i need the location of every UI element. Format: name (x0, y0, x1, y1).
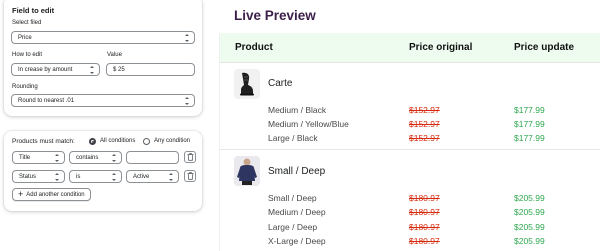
add-condition-button[interactable]: + Add another condition (12, 188, 91, 201)
products-match-title: Products must match: (12, 138, 75, 145)
price-original: $180.97 (409, 207, 440, 217)
rounding-dropdown[interactable]: Round to nearest .01 (11, 94, 195, 107)
preview-table: Product Price original Price update Cart… (219, 33, 600, 251)
rounding-label: Rounding (12, 84, 38, 90)
rounding-value: Round to nearest .01 (18, 97, 75, 104)
plus-icon: + (18, 189, 24, 199)
select-chevron-icon (111, 173, 117, 181)
select-chevron-icon (54, 154, 60, 162)
select-chevron-icon (54, 173, 60, 181)
price-original: $152.97 (409, 105, 440, 115)
snowboard-binding-icon (240, 72, 254, 96)
radio-any-condition[interactable] (143, 138, 150, 145)
table-header: Product Price original Price update (220, 33, 600, 63)
field-to-edit-card: Field to edit Select filed Price How to … (4, 0, 202, 116)
trash-icon (187, 172, 193, 180)
live-preview-title: Live Preview (234, 8, 316, 23)
variant-name: Large / Black (268, 133, 318, 143)
select-chevron-icon (168, 173, 174, 181)
price-update: $205.99 (514, 207, 545, 217)
product-name: Small / Deep (268, 166, 326, 177)
price-update: $177.99 (514, 105, 545, 115)
price-original: $180.97 (409, 236, 440, 246)
condition-value-text: Active (133, 173, 150, 180)
product-thumbnail (234, 156, 260, 186)
condition-operator-value: is (76, 173, 81, 180)
product-thumbnail (234, 69, 260, 99)
select-chevron-icon (184, 97, 190, 105)
delete-condition-button[interactable] (184, 151, 196, 163)
radio-all-conditions[interactable] (89, 138, 96, 145)
select-field-dropdown[interactable]: Price (11, 31, 195, 44)
header-product: Product (235, 42, 273, 53)
condition-field-dropdown[interactable]: Title (12, 151, 65, 164)
condition-operator-value: contains (76, 154, 99, 161)
header-price-update: Price update (514, 42, 575, 53)
price-update: $205.99 (514, 222, 545, 232)
variant-name: Medium / Deep (268, 207, 326, 217)
group-divider (220, 149, 600, 150)
select-chevron-icon (184, 34, 190, 42)
product-name: Carte (268, 78, 293, 89)
trash-icon (187, 153, 193, 161)
select-field-label: Select filed (12, 20, 42, 26)
add-condition-label: Add another condition (26, 191, 85, 198)
condition-value-input[interactable] (126, 151, 179, 164)
price-update: $177.99 (514, 133, 545, 143)
price-original: $180.97 (409, 222, 440, 232)
products-match-card: Products must match: All conditions Any … (4, 131, 202, 211)
variant-name: Medium / Black (268, 105, 327, 115)
price-original: $152.97 (409, 119, 440, 129)
variant-name: Small / Deep (268, 193, 317, 203)
condition-value-dropdown[interactable]: Active (126, 170, 179, 183)
value-label: Value (107, 52, 122, 58)
delete-condition-button[interactable] (184, 170, 196, 182)
field-to-edit-title: Field to edit (12, 6, 55, 15)
how-to-edit-value: In crease by amount (18, 66, 73, 73)
condition-operator-dropdown[interactable]: contains (69, 151, 122, 164)
condition-field-dropdown[interactable]: Status (12, 170, 65, 183)
price-update: $205.99 (514, 193, 545, 203)
radio-all-conditions-label: All conditions (100, 138, 136, 144)
variant-name: X-Large / Deep (268, 236, 326, 246)
radio-any-condition-label: Any condition (154, 138, 191, 144)
select-field-value: Price (18, 34, 32, 41)
price-original: $180.97 (409, 193, 440, 203)
variant-name: Medium / Yellow/Blue (268, 119, 349, 129)
price-update: $177.99 (514, 119, 545, 129)
how-to-edit-dropdown[interactable]: In crease by amount (11, 63, 100, 76)
header-price-original: Price original (409, 42, 473, 53)
how-to-edit-label: How to edit (12, 52, 43, 58)
variant-name: Large / Deep (268, 222, 318, 232)
price-update: $205.99 (514, 236, 545, 246)
select-chevron-icon (89, 66, 95, 74)
condition-operator-dropdown[interactable]: is (69, 170, 122, 183)
sweater-icon (237, 158, 257, 185)
condition-field-value: Title (19, 154, 31, 161)
condition-field-value: Status (19, 173, 37, 180)
value-input[interactable]: $ 25 (106, 63, 195, 76)
value-input-text: $ 25 (113, 66, 125, 73)
price-original: $152.97 (409, 133, 440, 143)
select-chevron-icon (111, 154, 117, 162)
